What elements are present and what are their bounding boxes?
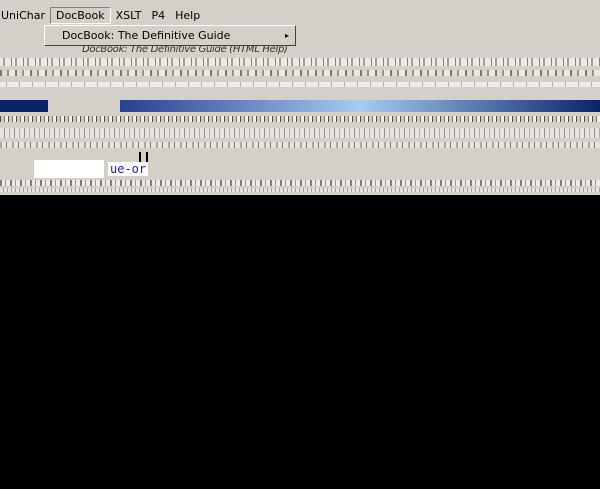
menu-unichar[interactable]: UniChar	[0, 7, 50, 24]
garbled-row	[0, 128, 600, 138]
submenu-arrow-icon: ▸	[284, 31, 289, 40]
docbook-dropdown-menu: DocBook: The Definitive Guide ▸	[44, 25, 296, 46]
editor-blank-region	[34, 160, 104, 178]
code-fragment[interactable]: ue-or	[108, 162, 149, 176]
garbled-row	[0, 188, 600, 192]
menu-bar: UniChar DocBook XSLT P4 Help	[0, 6, 600, 25]
garbled-row	[0, 180, 600, 186]
app-window: UniChar DocBook XSLT P4 Help DocBook: Th…	[0, 0, 600, 195]
menu-xslt[interactable]: XSLT	[111, 7, 147, 24]
garbled-row	[0, 116, 600, 122]
garbled-row	[0, 82, 600, 87]
title-bar	[0, 100, 600, 112]
garbled-row	[0, 142, 600, 148]
garbled-row	[0, 70, 600, 76]
menu-item-definitive-guide[interactable]: DocBook: The Definitive Guide ▸	[45, 26, 295, 45]
menu-item-label: DocBook: The Definitive Guide	[62, 29, 231, 42]
menu-docbook[interactable]: DocBook	[50, 7, 111, 24]
menu-help[interactable]: Help	[170, 7, 205, 24]
garbled-row	[0, 58, 600, 66]
menu-p4[interactable]: P4	[146, 7, 170, 24]
